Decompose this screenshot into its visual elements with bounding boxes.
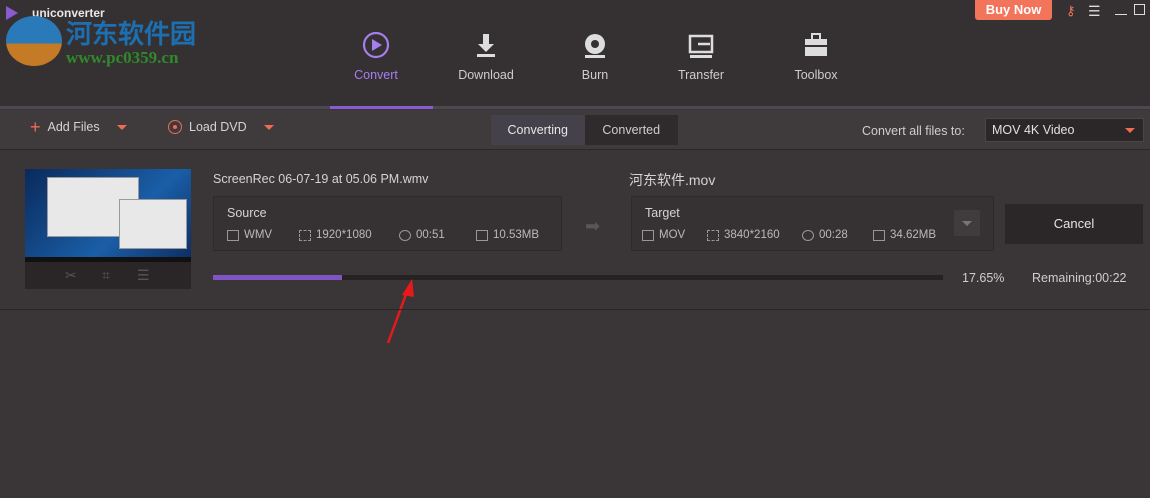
tab-label: Convert	[354, 68, 398, 82]
convert-icon	[362, 31, 390, 59]
folder-icon	[873, 229, 885, 241]
add-files-button[interactable]: + Add Files	[30, 117, 127, 137]
chevron-down-icon[interactable]	[263, 124, 274, 130]
target-settings-dropdown[interactable]	[953, 209, 981, 237]
transfer-icon	[688, 34, 714, 58]
buy-now-button[interactable]: Buy Now	[975, 0, 1052, 20]
target-resolution: 3840*2160	[724, 229, 780, 241]
load-dvd-button[interactable]: Load DVD	[168, 120, 274, 134]
remaining-time: Remaining:00:22	[1032, 271, 1127, 285]
effects-icon[interactable]: ☰	[137, 267, 150, 284]
watermark-url: www.pc0359.cn	[66, 48, 179, 67]
add-files-label: Add Files	[47, 120, 100, 134]
plus-icon: +	[30, 117, 41, 137]
toolbox-icon	[805, 33, 827, 56]
download-icon	[477, 34, 495, 57]
disc-icon	[585, 34, 605, 58]
tab-label: Download	[458, 68, 514, 82]
scissors-icon[interactable]: ✂	[65, 267, 77, 284]
output-format-select[interactable]: MOV 4K Video	[985, 118, 1144, 142]
clock-icon	[802, 229, 814, 241]
source-label: Source	[227, 206, 267, 220]
resolution-icon	[707, 229, 719, 241]
convert-all-label: Convert all files to:	[862, 124, 965, 138]
resolution-icon	[299, 229, 311, 241]
film-icon	[227, 229, 239, 241]
tab-burn[interactable]: Burn	[545, 30, 645, 82]
target-format: MOV	[659, 229, 686, 241]
header-divider	[0, 106, 1150, 109]
annotation-arrow-icon	[386, 279, 414, 344]
chevron-down-icon[interactable]	[116, 124, 127, 130]
tab-converting[interactable]: Converting	[491, 115, 585, 145]
source-duration: 00:51	[416, 229, 445, 241]
video-thumbnail[interactable]: ✂ ⌗ ☰	[25, 169, 191, 289]
chevron-down-icon	[1125, 128, 1135, 133]
load-dvd-label: Load DVD	[189, 120, 247, 134]
watermark-logo-icon	[6, 16, 62, 66]
format-value: MOV 4K Video	[992, 123, 1075, 137]
clock-icon	[399, 229, 411, 241]
target-size: 34.62MB	[890, 229, 937, 241]
tab-transfer[interactable]: Transfer	[651, 30, 751, 82]
chevron-down-icon	[962, 221, 972, 226]
tab-converted[interactable]: Converted	[585, 115, 679, 145]
tab-label: Transfer	[677, 68, 725, 82]
maximize-icon[interactable]	[1134, 4, 1145, 15]
watermark-title: 河东软件园	[66, 20, 197, 50]
film-icon	[642, 229, 654, 241]
source-resolution: 1920*1080	[316, 229, 372, 241]
source-size: 10.53MB	[493, 229, 540, 241]
key-icon[interactable]: ⚷	[1066, 3, 1076, 19]
row-divider	[0, 309, 1150, 310]
tab-download[interactable]: Download	[436, 30, 536, 82]
progress-fill	[213, 275, 342, 280]
app-logo-icon	[6, 6, 18, 20]
dvd-icon	[168, 120, 182, 134]
target-label: Target	[645, 206, 680, 220]
arrow-right-icon: ➡	[585, 216, 601, 236]
folder-icon	[476, 229, 488, 241]
tab-label: Burn	[581, 68, 609, 82]
progress-bar	[213, 275, 943, 280]
target-duration: 00:28	[819, 229, 848, 241]
tab-label: Toolbox	[794, 68, 838, 82]
source-info-box: Source WMV 1920*1080 00:51 10.53MB	[213, 196, 562, 251]
crop-icon[interactable]: ⌗	[102, 267, 110, 284]
active-tab-indicator	[330, 106, 433, 109]
tab-toolbox[interactable]: Toolbox	[766, 30, 866, 82]
tab-convert[interactable]: Convert	[326, 30, 426, 82]
target-filename[interactable]: 河东软件.mov	[629, 170, 715, 190]
source-format: WMV	[244, 229, 273, 241]
target-info-box: Target MOV 3840*2160 00:28 34.62MB	[631, 196, 994, 251]
progress-percent: 17.65%	[962, 271, 1005, 285]
cancel-button[interactable]: Cancel	[1005, 204, 1143, 244]
thumbnail-image	[25, 169, 191, 262]
source-filename: ScreenRec 06-07-19 at 05.06 PM.wmv	[213, 172, 429, 186]
status-tabs: Converting Converted	[491, 115, 678, 145]
menu-icon[interactable]: ☰	[1088, 3, 1101, 20]
minimize-icon[interactable]	[1115, 14, 1127, 15]
